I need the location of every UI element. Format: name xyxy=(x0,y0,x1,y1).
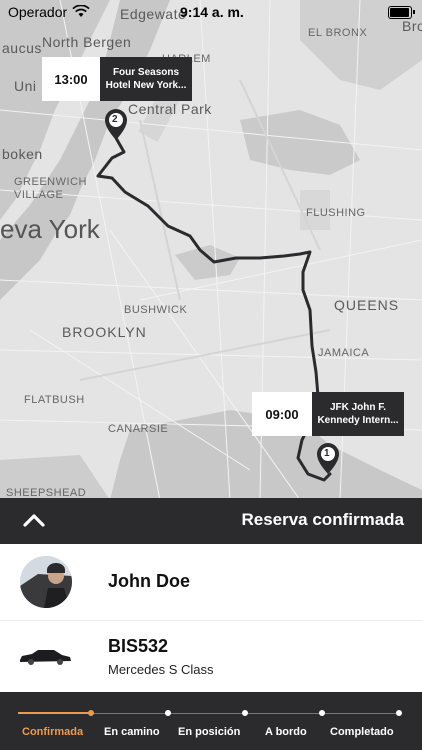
pickup-time: 09:00 xyxy=(252,392,312,436)
vehicle-row[interactable]: BIS532 Mercedes S Class xyxy=(0,621,422,692)
pickup-marker-label: 1 xyxy=(324,448,330,459)
driver-row[interactable]: John Doe xyxy=(0,544,422,620)
booking-status-title: Reserva confirmada xyxy=(241,510,404,529)
map-view[interactable]: Edgewate EL BRONX Bro North Bergen aucus… xyxy=(0,0,422,500)
clock: 9:14 a. m. xyxy=(180,4,244,20)
vehicle-model: Mercedes S Class xyxy=(108,662,214,677)
dropoff-place: Four Seasons Hotel New York... xyxy=(100,57,192,101)
progress-track-active xyxy=(18,712,91,714)
vehicle-plate: BIS532 xyxy=(108,636,169,656)
progress-step-a-bordo: A bordo xyxy=(265,726,307,738)
pickup-place: JFK John F. Kennedy Intern... xyxy=(312,392,404,436)
driver-name: John Doe xyxy=(108,571,191,591)
car-icon xyxy=(20,650,71,665)
progress-dot-confirmada xyxy=(88,710,94,716)
booking-status-bar[interactable]: Reserva confirmada xyxy=(0,498,422,544)
progress-dot-en-posicion xyxy=(242,710,248,716)
driver-photo xyxy=(20,556,72,608)
driver-avatar xyxy=(20,556,72,608)
pickup-callout[interactable]: 09:00 JFK John F. Kennedy Intern... xyxy=(252,392,404,436)
chevron-up-icon[interactable] xyxy=(22,510,46,530)
wifi-icon xyxy=(72,5,90,17)
carrier-label: Operador xyxy=(8,4,68,20)
progress-dot-en-camino xyxy=(165,710,171,716)
status-bar: Operador 9:14 a. m. xyxy=(0,0,422,24)
progress-step-confirmada: Confirmada xyxy=(22,726,84,738)
dropoff-time: 13:00 xyxy=(42,57,100,101)
battery-icon xyxy=(388,6,412,19)
progress-dot-a-bordo xyxy=(319,710,325,716)
dropoff-callout[interactable]: 13:00 Four Seasons Hotel New York... xyxy=(42,57,192,101)
progress-step-en-camino: En camino xyxy=(104,726,160,738)
progress-tracker: Confirmada En camino En posición A bordo… xyxy=(0,692,422,750)
progress-dot-completado xyxy=(396,710,402,716)
progress-step-en-posicion: En posición xyxy=(178,726,241,738)
progress-step-completado: Completado xyxy=(330,726,394,738)
dropoff-marker-label: 2 xyxy=(112,114,118,125)
